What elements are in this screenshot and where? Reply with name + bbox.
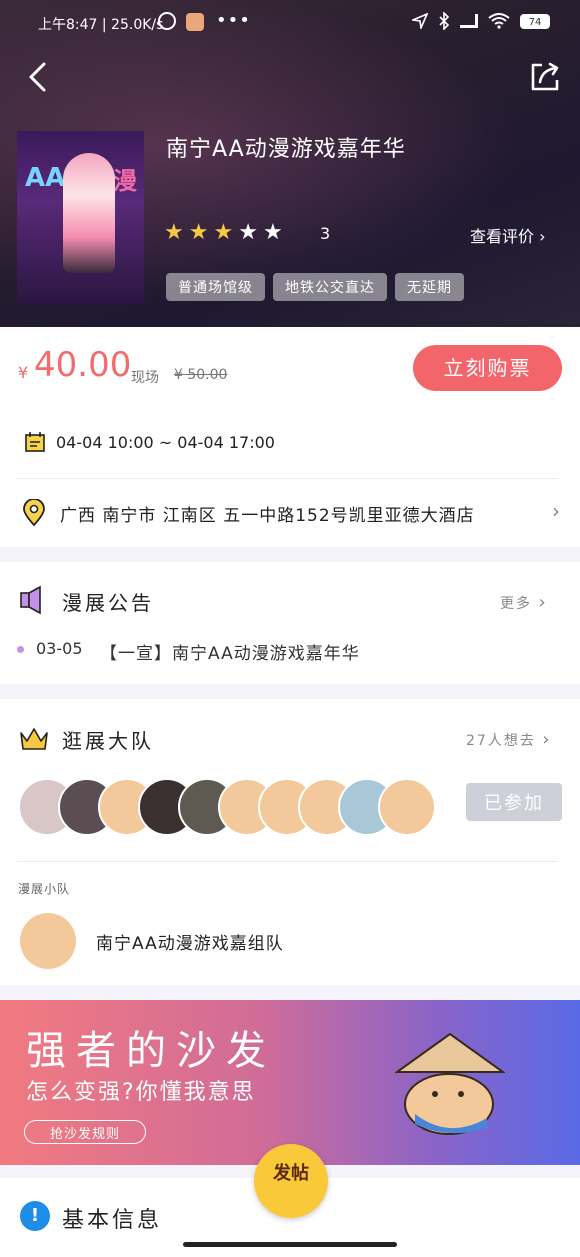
banner-subtitle: 怎么变强?你懂我意思: [26, 1080, 256, 1105]
divider: [17, 478, 558, 479]
poster-character: [63, 153, 115, 273]
event-header: 上午8:47 | 25.0K/s ••• 74 AA 漫 南宁AA动漫游戏嘉年华…: [0, 0, 580, 327]
star-empty-icon: ★: [262, 220, 283, 245]
currency-symbol: ¥: [18, 363, 29, 382]
banner-title: 强者的沙发: [26, 1028, 276, 1074]
buy-ticket-button[interactable]: 立刻购票: [413, 345, 562, 391]
chevron-right-icon: ›: [542, 729, 552, 750]
chevron-right-icon: ›: [538, 592, 548, 613]
star-filled-icon: ★: [188, 220, 209, 245]
team-section: 逛展大队 27人想去 › 已参加 漫展小队 南宁AA动漫游戏嘉组队: [0, 699, 580, 985]
avatar: [378, 778, 436, 836]
alarm-icon: [158, 12, 176, 30]
event-poster[interactable]: AA 漫: [17, 131, 144, 304]
app-notification-icon: [186, 13, 204, 31]
sofa-banner[interactable]: 强者的沙发 怎么变强?你懂我意思 抢沙发规则: [0, 1000, 580, 1165]
star-filled-icon: ★: [213, 220, 234, 245]
post-button[interactable]: 发帖: [254, 1144, 328, 1218]
group-avatar: [20, 913, 76, 969]
bullet-dot: [17, 646, 24, 653]
event-time-range: 04-04 10:00 ~ 04-04 17:00: [56, 433, 275, 452]
onsite-price-label: 现场: [131, 370, 159, 386]
tag: 普通场馆级: [166, 273, 265, 301]
basic-info-title: 基本信息: [62, 1208, 163, 1233]
share-icon[interactable]: [528, 60, 562, 94]
view-reviews-link[interactable]: 查看评价 ›: [470, 223, 546, 247]
poster-text-man: 漫: [113, 167, 137, 195]
tag: 地铁公交直达: [273, 273, 387, 301]
status-time: 上午8:47 | 25.0K/s: [38, 17, 164, 33]
info-icon: !: [20, 1201, 50, 1231]
mascot-cat-icon: [395, 1032, 505, 1135]
event-address: 广西 南宁市 江南区 五一中路152号凯里亚德大酒店: [60, 506, 475, 526]
star-empty-icon: ★: [238, 220, 258, 245]
subgroup-label: 漫展小队: [18, 882, 71, 896]
wifi-icon: [488, 13, 510, 29]
chevron-right-icon: ›: [552, 499, 560, 523]
divider: [17, 861, 558, 862]
poster-text-aa: AA: [25, 163, 66, 193]
status-bar: 上午8:47 | 25.0K/s ••• 74: [0, 10, 580, 38]
notice-date: 03-05: [36, 639, 83, 658]
notice-section: 漫展公告 更多 › 03-05 【一宣】南宁AA动漫游戏嘉年华: [0, 562, 580, 684]
calendar-icon: [25, 432, 45, 452]
sofa-rules-button[interactable]: 抢沙发规则: [24, 1120, 146, 1144]
rating-count: 3: [320, 224, 331, 243]
home-indicator[interactable]: [183, 1242, 397, 1247]
more-notifications-icon: •••: [216, 10, 251, 31]
post-label: 发帖: [273, 1163, 309, 1184]
battery-icon: 74: [520, 13, 550, 29]
back-icon[interactable]: [22, 60, 56, 94]
more-label: 更多: [500, 596, 532, 612]
ticket-info-card: ¥ 40.00 现场 ¥ 50.00 立刻购票 04-04 10:00 ~ 04…: [0, 327, 580, 547]
view-reviews-label: 查看评价: [470, 227, 535, 246]
crown-icon: [20, 728, 48, 750]
team-title: 逛展大队: [62, 729, 154, 753]
team-count-link[interactable]: 27人想去 ›: [466, 729, 551, 750]
rating-stars: ★ ★ ★ ★ ★: [164, 222, 283, 244]
notice-title: 漫展公告: [62, 591, 154, 615]
star-filled-icon: ★: [164, 220, 184, 245]
team-count: 27人想去: [466, 733, 536, 749]
event-tags: 普通场馆级 地铁公交直达 无延期: [166, 273, 464, 301]
notice-more-link[interactable]: 更多 ›: [500, 592, 548, 613]
onsite-price: ¥ 50.00: [174, 367, 228, 383]
tag: 无延期: [395, 273, 464, 301]
notice-text: 【一宣】南宁AA动漫游戏嘉年华: [100, 644, 360, 664]
location-pin-icon: [23, 499, 45, 527]
announcement-speaker-icon: [20, 585, 41, 615]
event-title: 南宁AA动漫游戏嘉年华: [166, 137, 406, 162]
group-name: 南宁AA动漫游戏嘉组队: [96, 934, 284, 954]
location-arrow-icon: [412, 13, 428, 29]
chevron-right-icon: ›: [539, 227, 546, 246]
bluetooth-icon: [439, 12, 450, 30]
joined-button[interactable]: 已参加: [466, 783, 562, 821]
signal-icon: [460, 14, 478, 28]
ticket-price: 40.00: [34, 345, 132, 385]
